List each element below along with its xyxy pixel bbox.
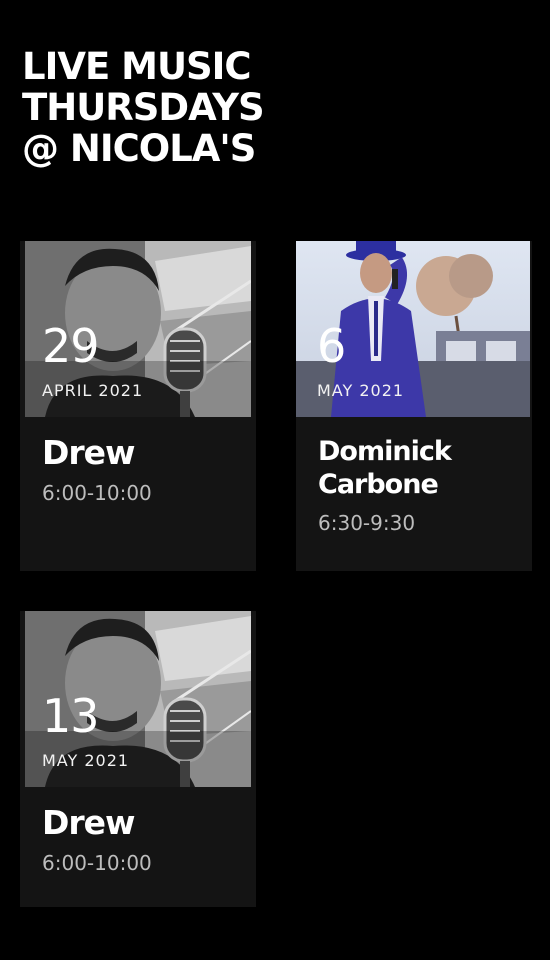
- event-card[interactable]: 29 APRIL 2021 Drew 6:00-10:00: [20, 241, 256, 571]
- event-photo: 29 APRIL 2021: [25, 241, 251, 417]
- event-photo: 13 MAY 2021: [25, 611, 251, 787]
- event-card[interactable]: 6 MAY 2021 Dominick Carbone 6:30-9:30: [296, 241, 532, 571]
- event-day: 13: [42, 689, 100, 743]
- event-time: 6:00-10:00: [42, 851, 152, 875]
- event-month: APRIL 2021: [42, 381, 144, 400]
- event-month: MAY 2021: [317, 381, 405, 400]
- page-title: LIVE MUSIC THURSDAYS @ NICOLA'S: [22, 45, 265, 170]
- event-day: 29: [42, 319, 100, 373]
- performer-name: Drew: [42, 803, 136, 842]
- event-photo: 6 MAY 2021: [296, 241, 530, 417]
- performer-name: Drew: [42, 433, 136, 472]
- title-line-3: @ NICOLA'S: [22, 127, 256, 170]
- performer-name: Dominick Carbone: [318, 436, 452, 500]
- event-month: MAY 2021: [42, 751, 130, 770]
- event-day: 6: [317, 319, 346, 373]
- event-card[interactable]: 13 MAY 2021 Drew 6:00-10:00: [20, 611, 256, 907]
- title-line-2: THURSDAYS: [22, 86, 265, 129]
- title-line-1: LIVE MUSIC: [22, 45, 252, 88]
- event-time: 6:00-10:00: [42, 481, 152, 505]
- event-time: 6:30-9:30: [318, 511, 416, 535]
